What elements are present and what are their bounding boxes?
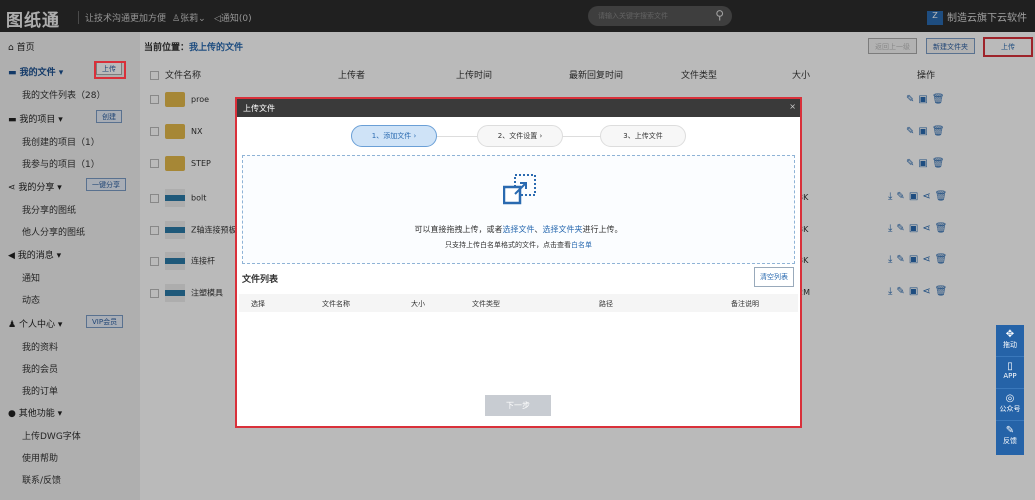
chevron-right-icon: › (413, 132, 417, 140)
step-file-settings[interactable]: 2、文件设置 › (477, 125, 563, 147)
whitelist-note: 只支持上传白名单格式的文件，点击查看白名单 (243, 240, 794, 250)
text: 、 (534, 225, 543, 234)
file-list-heading: 文件列表 (242, 275, 279, 285)
step-connector (437, 136, 477, 137)
label: 反馈 (1003, 437, 1017, 445)
select-files-link[interactable]: 选择文件 (503, 225, 535, 234)
modal-title-bar: 上传文件 × (237, 99, 800, 117)
col-note: 备注说明 (731, 300, 759, 308)
edit-icon: ✎ (1005, 425, 1015, 436)
move-icon: ✥ (1005, 329, 1015, 340)
feedback-button[interactable]: ✎ 反馈 (996, 421, 1024, 453)
label: 公众号 (999, 405, 1021, 413)
drop-zone[interactable]: 可以直接拖拽上传，或者选择文件、选择文件夹进行上传。 只支持上传白名单格式的文件… (242, 155, 795, 264)
step-add-files[interactable]: 1、添加文件 › (351, 125, 437, 147)
floating-toolbar: ✥ 拖动 ▯ APP ◎ 公众号 ✎ 反馈 (996, 325, 1024, 455)
label: 拖动 (1003, 341, 1017, 349)
select-folder-link[interactable]: 选择文件夹 (543, 225, 583, 234)
label: APP (1003, 372, 1017, 380)
col-name: 文件名称 (322, 300, 350, 308)
wechat-button[interactable]: ◎ 公众号 (996, 389, 1024, 421)
step-upload-files[interactable]: 3、上传文件 (600, 125, 686, 147)
phone-icon: ▯ (1007, 361, 1013, 372)
modal-title: 上传文件 (243, 104, 275, 113)
col-path: 路径 (599, 300, 613, 308)
highlight-sidebar-upload (94, 61, 126, 79)
col-size: 大小 (411, 300, 425, 308)
text: 可以直接拖拽上传，或者 (414, 225, 503, 234)
col-type: 文件类型 (472, 300, 500, 308)
step-connector (562, 136, 602, 137)
drag-upload-icon (503, 174, 536, 205)
close-icon[interactable]: × (789, 102, 796, 111)
chevron-right-icon: › (539, 132, 543, 140)
col-select: 选择 (251, 300, 265, 308)
whitelist-link[interactable]: 白名单 (571, 241, 592, 249)
modal-table-header: 选择 文件名称 大小 文件类型 路径 备注说明 (239, 294, 798, 312)
drop-instructions: 可以直接拖拽上传，或者选择文件、选择文件夹进行上传。 (243, 224, 794, 235)
label: 1、添加文件 (371, 132, 412, 140)
text: 只支持上传白名单格式的文件，点击查看 (445, 241, 571, 249)
upload-modal: 上传文件 × 1、添加文件 › 2、文件设置 › 3、上传文件 可以直接拖拽上传，… (235, 97, 802, 428)
text: 进行上传。 (582, 225, 623, 234)
next-step-button[interactable]: 下一步 (485, 395, 551, 416)
drag-button[interactable]: ✥ 拖动 (996, 325, 1024, 357)
wechat-icon: ◎ (1005, 393, 1015, 404)
clear-list-button[interactable]: 清空列表 (754, 267, 794, 287)
app-button[interactable]: ▯ APP (996, 357, 1024, 389)
label: 2、文件设置 (497, 132, 538, 140)
